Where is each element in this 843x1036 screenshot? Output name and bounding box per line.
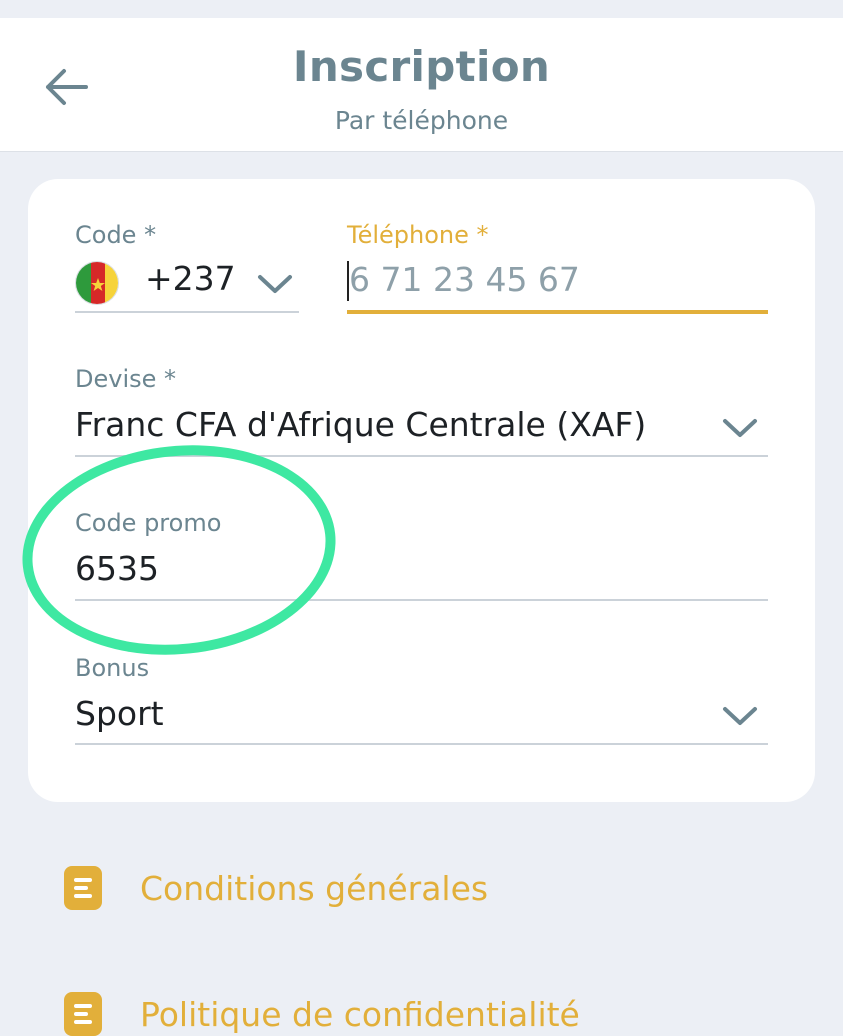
chevron-down-icon[interactable] bbox=[255, 269, 295, 299]
currency-field[interactable]: Devise * Franc CFA d'Afrique Centrale (X… bbox=[75, 365, 768, 459]
document-icon bbox=[64, 992, 102, 1036]
page-title: Inscription bbox=[292, 42, 551, 91]
bonus-value: Sport bbox=[75, 694, 164, 733]
country-code-field[interactable]: Code * +237 bbox=[75, 221, 299, 313]
country-code-underline bbox=[75, 311, 299, 313]
terms-link-label: Conditions générales bbox=[140, 868, 489, 908]
chevron-down-icon[interactable] bbox=[720, 701, 760, 731]
promo-code-underline bbox=[75, 599, 768, 601]
promo-code-label: Code promo bbox=[75, 509, 222, 537]
page-subtitle: Par téléphone bbox=[334, 106, 509, 135]
privacy-policy-link-label: Politique de confidentialité bbox=[140, 994, 580, 1034]
telephone-underline bbox=[347, 310, 768, 314]
terms-link[interactable]: Conditions générales bbox=[64, 866, 488, 910]
telephone-label: Téléphone * bbox=[347, 221, 489, 249]
country-code-label: Code * bbox=[75, 221, 157, 249]
currency-label: Devise * bbox=[75, 365, 177, 393]
bonus-underline bbox=[75, 743, 768, 745]
currency-underline bbox=[75, 455, 768, 457]
privacy-policy-link[interactable]: Politique de confidentialité bbox=[64, 992, 580, 1036]
promo-code-input[interactable] bbox=[75, 549, 755, 588]
telephone-input[interactable] bbox=[349, 260, 759, 299]
app-header: Inscription Par téléphone bbox=[0, 18, 843, 152]
promo-code-field[interactable]: Code promo bbox=[75, 509, 768, 603]
country-code-value: +237 bbox=[145, 259, 236, 298]
document-icon bbox=[64, 866, 102, 910]
telephone-field[interactable]: Téléphone * bbox=[347, 221, 768, 317]
status-bar-area bbox=[0, 0, 843, 18]
cameroon-flag-icon bbox=[75, 261, 119, 305]
currency-value: Franc CFA d'Afrique Centrale (XAF) bbox=[75, 405, 647, 444]
bonus-field[interactable]: Bonus Sport bbox=[75, 654, 768, 748]
bonus-label: Bonus bbox=[75, 654, 150, 682]
chevron-down-icon[interactable] bbox=[720, 413, 760, 443]
